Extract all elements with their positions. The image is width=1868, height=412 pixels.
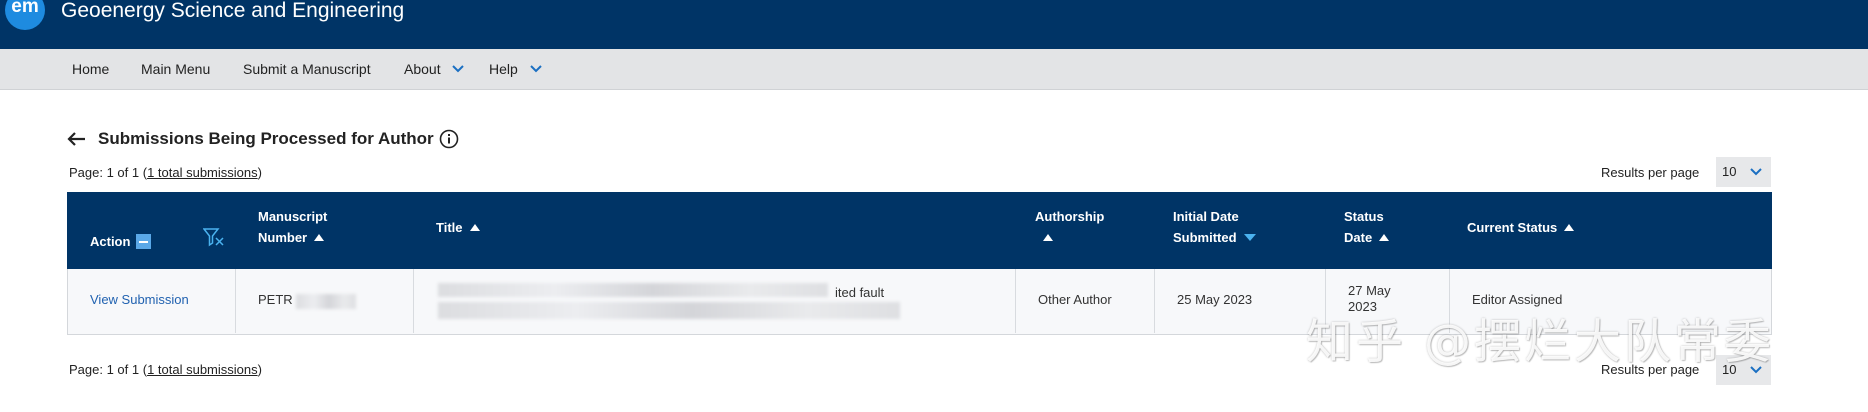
column-header-status-date[interactable]: Status Date	[1344, 206, 1390, 248]
pagination-prefix: Page: 1 of 1 (	[69, 165, 148, 180]
sort-ascending-icon[interactable]	[314, 233, 325, 241]
column-header-label: Authorship	[1035, 209, 1105, 224]
arrow-left-icon[interactable]	[67, 131, 86, 147]
results-per-page-value: 10	[1722, 164, 1737, 179]
info-icon[interactable]	[439, 129, 459, 149]
cell-action: View Submission	[68, 269, 236, 333]
column-header-label: Number	[258, 230, 308, 245]
sort-ascending-icon[interactable]	[1379, 233, 1390, 241]
nav-submit-manuscript[interactable]: Submit a Manuscript	[243, 49, 371, 90]
redacted-block	[296, 294, 356, 309]
sort-descending-icon[interactable]	[1243, 234, 1256, 242]
journal-title: Geoenergy Science and Engineering	[61, 0, 405, 22]
clear-filter-icon[interactable]	[203, 227, 225, 247]
title-fragment: ited fault	[835, 285, 885, 300]
column-header-authorship[interactable]: Authorship	[1035, 206, 1104, 248]
chevron-down-icon	[452, 65, 465, 73]
pagination-suffix: )	[257, 362, 262, 377]
column-header-label: Action	[90, 234, 131, 249]
column-header-initial-date-submitted[interactable]: Initial Date Submitted	[1173, 206, 1256, 248]
results-per-page-label: Results per page	[1601, 165, 1700, 180]
page-heading: Submissions Being Processed for Author	[67, 128, 459, 150]
nav-submit-manuscript-label: Submit a Manuscript	[243, 61, 371, 77]
cell-authorship: Other Author	[1016, 269, 1155, 333]
sort-ascending-icon[interactable]	[1043, 233, 1053, 241]
column-header-label: Title	[436, 220, 463, 235]
page-title: Submissions Being Processed for Author	[98, 129, 434, 148]
column-header-label: Date	[1344, 230, 1373, 245]
nav-about-label: About	[404, 61, 441, 77]
column-header-label: Submitted	[1173, 230, 1237, 245]
authorship-value: Other Author	[1038, 292, 1112, 307]
table-header: Action Manuscript Number Title Authorshi…	[67, 192, 1772, 269]
sort-ascending-icon[interactable]	[469, 223, 480, 231]
nav-help[interactable]: Help	[489, 49, 542, 90]
total-submissions-link[interactable]: 1 total submissions	[147, 165, 258, 180]
nav-home[interactable]: Home	[72, 49, 109, 90]
column-header-title[interactable]: Title	[436, 217, 480, 238]
nav-main-menu[interactable]: Main Menu	[141, 49, 210, 90]
chevron-down-icon	[529, 65, 542, 73]
nav-help-label: Help	[489, 61, 518, 77]
cell-manuscript-number: PETR	[236, 269, 414, 333]
column-header-label: Status	[1344, 209, 1384, 224]
redacted-block	[438, 283, 828, 297]
main-navigation: Home Main Menu Submit a Manuscript About…	[0, 49, 1868, 90]
view-submission-link[interactable]: View Submission	[90, 292, 189, 307]
column-header-manuscript-number[interactable]: Manuscript Number	[258, 206, 327, 248]
chevron-down-icon	[1750, 168, 1762, 176]
manuscript-number: PETR	[258, 292, 293, 307]
status-date-line1: 27 May	[1348, 283, 1391, 298]
pagination-info-top: Page: 1 of 1 (1 total submissions)	[69, 165, 262, 180]
watermark: 知乎 @摆烂大队常委	[1306, 315, 1774, 370]
editorial-manager-logo[interactable]: em	[5, 0, 45, 30]
pagination-suffix: )	[257, 165, 262, 180]
column-header-label: Current Status	[1467, 220, 1558, 235]
sort-ascending-icon[interactable]	[1564, 223, 1575, 231]
journal-header: em Geoenergy Science and Engineering	[0, 0, 1868, 49]
collapse-toggle-icon[interactable]	[136, 233, 152, 249]
initial-date-value: 25 May 2023	[1177, 292, 1253, 307]
nav-about[interactable]: About	[404, 49, 465, 90]
cell-title: ited fault	[414, 269, 1016, 333]
column-header-current-status[interactable]: Current Status	[1467, 217, 1575, 238]
redacted-block	[438, 302, 900, 319]
pagination-prefix: Page: 1 of 1 (	[69, 362, 148, 377]
nav-home-label: Home	[72, 61, 110, 77]
column-header-action: Action	[90, 231, 152, 252]
column-header-label: Initial Date	[1173, 209, 1239, 224]
column-header-label: Manuscript	[258, 209, 328, 224]
nav-main-menu-label: Main Menu	[141, 61, 211, 77]
total-submissions-link[interactable]: 1 total submissions	[147, 362, 258, 377]
results-per-page-select[interactable]: 10	[1716, 157, 1771, 187]
pagination-info-bottom: Page: 1 of 1 (1 total submissions)	[69, 362, 262, 377]
cell-initial-date: 25 May 2023	[1155, 269, 1326, 333]
